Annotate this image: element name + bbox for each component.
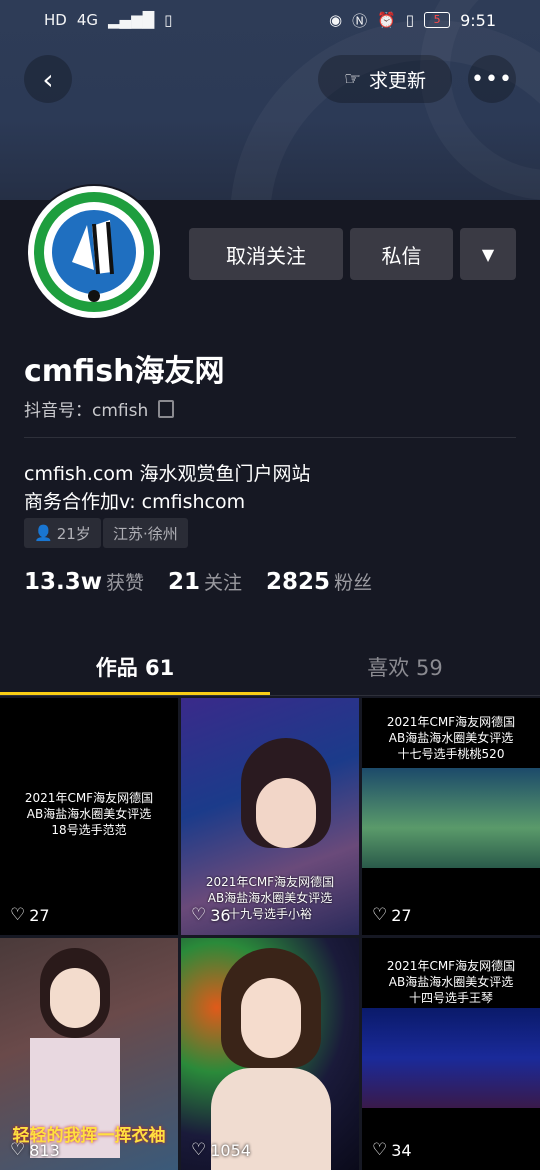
video-thumbnail-face <box>256 778 316 848</box>
bio-line: cmfish.com 海水观赏鱼门户网站 <box>24 463 311 485</box>
person-icon: 👤 <box>34 524 53 542</box>
stat-value: 13.3w <box>24 569 102 595</box>
heart-icon: ♡ <box>191 905 207 925</box>
recommend-dropdown-button[interactable]: ▼ <box>460 228 516 280</box>
heart-icon: ♡ <box>10 1140 26 1160</box>
video-caption: 2021年CMF海友网德国 AB海盐海水圈美女评选 十四号选手王琴 <box>362 958 540 1006</box>
caption-line: 18号选手范范 <box>51 823 127 837</box>
caption-line: 2021年CMF海友网德国 <box>205 875 335 889</box>
caption-line: 2021年CMF海友网德国 <box>386 715 516 729</box>
status-time: 9:51 <box>460 10 496 30</box>
location-tag: 江苏·徐州 <box>103 518 188 548</box>
video-tile[interactable]: 2021年CMF海友网德国 AB海盐海水圈美女评选 18号选手范范 ♡ 27 <box>0 698 178 935</box>
hand-point-icon: ☞ <box>343 68 362 90</box>
caption-line: AB海盐海水圈美女评选 <box>26 807 152 821</box>
vibrate-icon: ▯ <box>405 11 415 29</box>
video-thumbnail-face <box>241 978 301 1058</box>
message-button[interactable]: 私信 <box>350 228 453 280</box>
likes-count: 27 <box>391 905 412 925</box>
video-caption: 2021年CMF海友网德国 AB海盐海水圈美女评选 十七号选手桃桃520 <box>362 714 540 762</box>
hd-icon: HD <box>44 11 67 29</box>
video-likes: ♡ 813 <box>10 1140 60 1160</box>
likes-count: 1054 <box>210 1140 251 1160</box>
video-likes: ♡ 27 <box>372 905 412 925</box>
video-thumbnail-anemone <box>362 768 540 868</box>
stat-label: 获赞 <box>106 572 145 594</box>
stat-likes[interactable]: 13.3w 获赞 <box>24 568 144 595</box>
cmfish-logo-icon <box>34 192 154 312</box>
caption-line: 十四号选手王琴 <box>408 991 493 1005</box>
alarm-icon: ⏰ <box>377 11 396 29</box>
caption-line: AB海盐海水圈美女评选 <box>388 975 514 989</box>
age-label: 21岁 <box>56 524 91 543</box>
stat-followers[interactable]: 2825 粉丝 <box>266 568 372 595</box>
likes-count: 36 <box>210 905 231 925</box>
back-button[interactable]: ‹ <box>24 55 72 103</box>
caption-line: AB海盐海水圈美女评选 <box>207 891 333 905</box>
more-dots-icon: ••• <box>471 66 513 92</box>
video-tile[interactable]: 轻轻的我挥一挥衣袖 ♡ 813 <box>0 938 178 1170</box>
status-right: ◉ Ⓝ ⏰ ▯ 5 9:51 <box>329 10 496 31</box>
stat-value: 2825 <box>266 569 331 595</box>
eye-icon: ◉ <box>329 11 343 29</box>
likes-count: 813 <box>29 1140 60 1160</box>
triangle-down-icon: ▼ <box>481 244 495 264</box>
video-tile[interactable]: ♡ 1054 <box>181 938 359 1170</box>
signal-icon: ▂▄▆█ <box>108 11 155 29</box>
likes-count: 27 <box>29 905 50 925</box>
bio-line: 商务合作加v: cmfishcom <box>24 491 246 513</box>
avatar[interactable] <box>26 184 162 320</box>
video-caption: 2021年CMF海友网德国 AB海盐海水圈美女评选 18号选手范范 <box>0 790 178 838</box>
battery-icon: 5 <box>424 12 451 28</box>
video-tile[interactable]: 2021年CMF海友网德国 AB海盐海水圈美女评选 十四号选手王琴 ♡ 34 <box>362 938 540 1170</box>
request-update-label: 求更新 <box>369 69 427 92</box>
heart-icon: ♡ <box>372 905 388 925</box>
likes-count: 34 <box>391 1140 412 1160</box>
battery-small-icon: ▯ <box>164 11 173 29</box>
douyin-id: 抖音号：cmfish <box>24 396 175 421</box>
caption-line: 2021年CMF海友网德国 <box>386 959 516 973</box>
video-likes: ♡ 36 <box>191 905 231 925</box>
unfollow-button[interactable]: 取消关注 <box>189 228 343 280</box>
video-grid: 2021年CMF海友网德国 AB海盐海水圈美女评选 18号选手范范 ♡ 27 2… <box>0 698 540 1170</box>
heart-icon: ♡ <box>191 1140 207 1160</box>
video-likes: ♡ 27 <box>10 905 50 925</box>
tab-works[interactable]: 作品 61 <box>0 652 270 682</box>
tab-likes[interactable]: 喜欢 59 <box>270 652 540 682</box>
video-likes: ♡ 34 <box>372 1140 412 1160</box>
douyin-id-text: 抖音号：cmfish <box>24 401 149 421</box>
tab-divider <box>0 695 540 696</box>
profile-name: cmfish海友网 <box>24 354 225 389</box>
network-4g-icon: 4G <box>76 11 99 29</box>
video-tile[interactable]: 2021年CMF海友网德国 AB海盐海水圈美女评选 十七号选手桃桃520 ♡ 2… <box>362 698 540 935</box>
video-likes: ♡ 1054 <box>191 1140 251 1160</box>
video-tile[interactable]: 2021年CMF海友网德国 AB海盐海水圈美女评选 十九号选手小裕 ♡ 36 <box>181 698 359 935</box>
request-update-button[interactable]: ☞ 求更新 <box>318 55 452 103</box>
status-left: HD 4G ▂▄▆█ ▯ <box>44 11 172 29</box>
status-bar: HD 4G ▂▄▆█ ▯ ◉ Ⓝ ⏰ ▯ 5 9:51 <box>0 0 540 40</box>
video-thumbnail-face <box>50 968 100 1028</box>
stat-following[interactable]: 21 关注 <box>168 568 242 595</box>
chevron-left-icon: ‹ <box>42 62 54 96</box>
stat-label: 关注 <box>204 572 243 594</box>
age-tag: 👤 21岁 <box>24 518 101 548</box>
video-thumbnail-aquarium <box>362 1008 540 1108</box>
heart-icon: ♡ <box>372 1140 388 1160</box>
nfc-icon: Ⓝ <box>352 11 368 30</box>
divider <box>24 437 516 438</box>
caption-line: AB海盐海水圈美女评选 <box>388 731 514 745</box>
more-options-button[interactable]: ••• <box>468 55 516 103</box>
stat-label: 粉丝 <box>334 572 373 594</box>
heart-icon: ♡ <box>10 905 26 925</box>
caption-line: 2021年CMF海友网德国 <box>24 791 154 805</box>
profile-stats: 13.3w 获赞 21 关注 2825 粉丝 <box>24 568 372 595</box>
stat-value: 21 <box>168 569 201 595</box>
copy-icon[interactable] <box>158 399 175 418</box>
caption-line: 十七号选手桃桃520 <box>397 747 505 761</box>
